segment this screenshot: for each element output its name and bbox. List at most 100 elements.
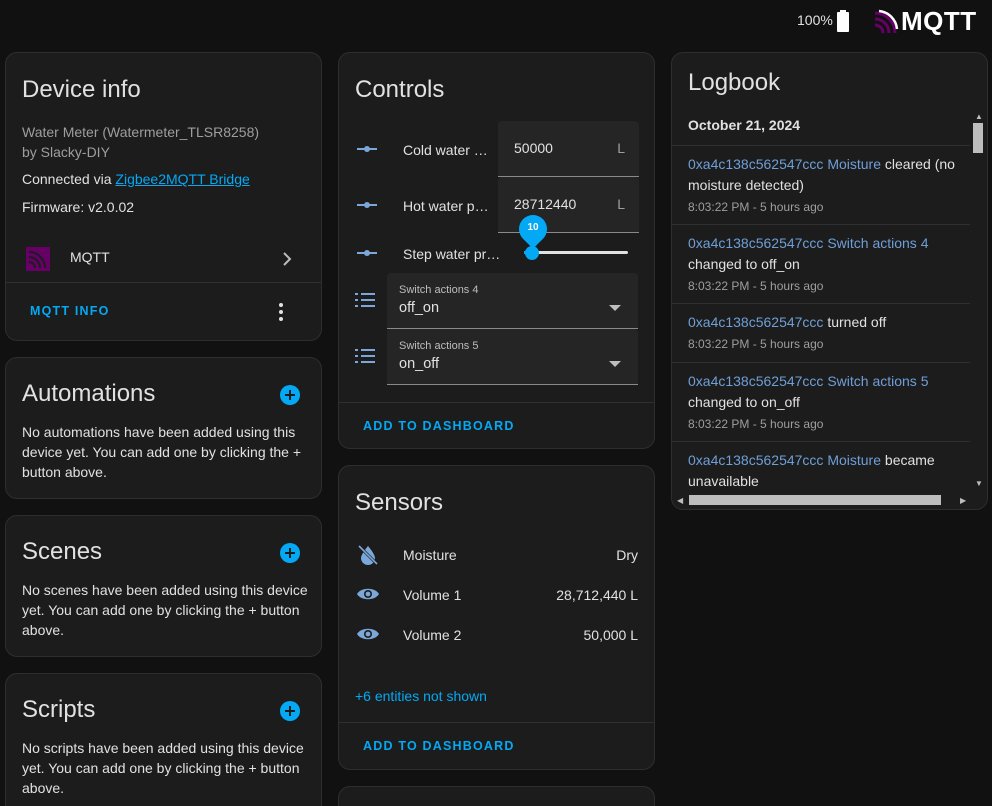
cold-water-input[interactable]: 50000 L xyxy=(498,121,639,177)
more-entities-link[interactable]: +6 entities not shown xyxy=(355,688,487,704)
logbook-vertical-scroll-thumb[interactable] xyxy=(973,123,983,153)
hot-water-value: 28712440 xyxy=(514,196,577,212)
format-list-icon xyxy=(355,291,375,314)
log-entity-link[interactable]: 0xa4c138c562547ccc xyxy=(688,314,823,330)
log-time: 8:03:22 PM - 5 hours ago xyxy=(688,417,824,431)
ray-vertex-icon xyxy=(355,141,379,162)
sensor-value-volume2[interactable]: 50,000 L xyxy=(584,627,639,643)
log-time: 8:03:22 PM - 5 hours ago xyxy=(688,337,824,351)
log-entity-link[interactable]: 0xa4c138c562547ccc Switch actions 5 xyxy=(688,373,928,389)
automations-empty-text: No automations have been added using thi… xyxy=(22,424,302,480)
sensors-title: Sensors xyxy=(355,489,444,516)
log-entity-link[interactable]: 0xa4c138c562547ccc Moisture xyxy=(688,156,881,172)
connected-via: Connected via Zigbee2MQTT Bridge xyxy=(22,171,250,187)
device-info-divider xyxy=(6,282,321,283)
automations-card: Automations No automations have been add… xyxy=(5,357,322,499)
sensors-card: Sensors Moisture Dry Volume 1 28,712,440… xyxy=(338,465,655,770)
ray-vertex-icon xyxy=(355,197,379,218)
water-off-icon xyxy=(357,544,379,571)
connected-via-label: Connected via xyxy=(22,171,116,187)
controls-add-to-dashboard-button[interactable]: ADD TO DASHBOARD xyxy=(363,419,515,433)
device-model: Water Meter (Watermeter_TLSR8258) by Sla… xyxy=(22,122,312,162)
integration-row-mqtt[interactable]: MQTT xyxy=(6,237,321,281)
log-text: turned off xyxy=(823,314,887,330)
mqtt-info-button[interactable]: MQTT INFO xyxy=(30,304,110,318)
device-manufacturer: by Slacky-DIY xyxy=(22,144,110,160)
scroll-up-arrow-icon[interactable]: ▲ xyxy=(975,112,983,121)
format-list-icon xyxy=(355,347,375,370)
controls-title: Controls xyxy=(355,76,445,103)
automations-title: Automations xyxy=(22,380,156,407)
controls-divider xyxy=(339,402,654,403)
mqtt-logo-text: MQTT xyxy=(901,6,977,36)
mqtt-logo-icon xyxy=(873,8,899,35)
log-message: 0xa4c138c562547ccc Switch actions 5 chan… xyxy=(688,371,958,413)
scroll-left-arrow-icon[interactable]: ◀ xyxy=(677,496,683,505)
cold-water-unit: L xyxy=(617,140,625,156)
logbook-title: Logbook xyxy=(688,69,781,96)
bridge-link[interactable]: Zigbee2MQTT Bridge xyxy=(115,171,249,187)
step-water-label: Step water pr… xyxy=(403,246,501,262)
log-message: 0xa4c138c562547ccc Switch actions 4 chan… xyxy=(688,233,958,275)
switch5-value: on_off xyxy=(399,356,440,372)
battery-icon xyxy=(836,10,850,37)
scenes-card: Scenes No scenes have been added using t… xyxy=(5,515,322,657)
logbook-date: October 21, 2024 xyxy=(688,117,801,133)
scroll-right-arrow-icon[interactable]: ▶ xyxy=(960,496,966,505)
sensors-divider xyxy=(339,722,654,723)
sensors-add-to-dashboard-button[interactable]: ADD TO DASHBOARD xyxy=(363,739,515,753)
log-message: 0xa4c138c562547ccc Moisture cleared (no … xyxy=(688,154,958,196)
sensor-label-moisture: Moisture xyxy=(403,547,457,563)
mqtt-integration-icon xyxy=(26,247,50,276)
hot-water-row: Hot water p… 28712440 L xyxy=(339,177,654,233)
scripts-empty-text: No scripts have been added using this de… xyxy=(22,740,304,796)
cold-water-row: Cold water … 50000 L xyxy=(339,121,654,177)
logbook-horizontal-scroll-thumb[interactable] xyxy=(689,495,941,505)
chevron-right-icon xyxy=(277,249,297,274)
switch4-row: Switch actions 4 off_on xyxy=(339,273,654,329)
controls-card: Controls Cold water … 50000 L Hot water … xyxy=(338,52,655,449)
hot-water-label: Hot water p… xyxy=(403,198,489,214)
add-automation-icon[interactable] xyxy=(279,384,301,411)
switch4-value: off_on xyxy=(399,300,440,316)
step-slider-value: 10 xyxy=(527,222,539,233)
log-entry: 0xa4c138c562547ccc Switch actions 5 chan… xyxy=(672,362,970,441)
sensor-value-volume1[interactable]: 28,712,440 L xyxy=(556,587,638,603)
scripts-card: Scripts No scripts have been added using… xyxy=(5,673,322,806)
sensor-value-moisture[interactable]: Dry xyxy=(616,547,638,563)
eye-icon xyxy=(356,586,380,607)
log-entry: 0xa4c138c562547ccc Switch actions 4 chan… xyxy=(672,224,970,303)
log-message: 0xa4c138c562547ccc Moisture became unava… xyxy=(688,450,958,489)
mqtt-logo: MQTT xyxy=(873,6,977,37)
step-slider-track[interactable] xyxy=(531,251,628,254)
logbook-vertical-scrollbar[interactable] xyxy=(971,109,985,489)
scenes-empty-text: No scenes have been added using this dev… xyxy=(22,582,308,638)
scenes-title: Scenes xyxy=(22,538,103,565)
logbook-card: Logbook October 21, 2024 0xa4c138c562547… xyxy=(671,52,988,510)
switch5-row: Switch actions 5 on_off xyxy=(339,329,654,385)
ray-vertex-icon xyxy=(355,245,379,266)
log-time: 8:03:22 PM - 5 hours ago xyxy=(688,279,824,293)
logbook-list[interactable]: October 21, 2024 0xa4c138c562547ccc Mois… xyxy=(672,109,970,489)
log-entity-link[interactable]: 0xa4c138c562547ccc Moisture xyxy=(688,452,881,468)
scripts-title: Scripts xyxy=(22,696,96,723)
cold-water-label: Cold water … xyxy=(403,142,488,158)
firmware-version: Firmware: v2.0.02 xyxy=(22,199,135,215)
more-vert-icon[interactable] xyxy=(279,303,283,326)
log-entity-link[interactable]: 0xa4c138c562547ccc Switch actions 4 xyxy=(688,235,928,251)
switch4-select[interactable]: Switch actions 4 off_on xyxy=(387,273,638,329)
log-time: 8:03:22 PM - 5 hours ago xyxy=(688,200,824,214)
dropdown-arrow-icon xyxy=(609,354,621,372)
switch5-select[interactable]: Switch actions 5 on_off xyxy=(387,329,638,385)
log-entry: 0xa4c138c562547ccc Moisture cleared (no … xyxy=(672,145,970,224)
log-text: changed to on_off xyxy=(688,394,800,410)
top-bar: 100% MQTT xyxy=(0,0,992,42)
device-info-title: Device info xyxy=(22,76,141,103)
switch5-label: Switch actions 5 xyxy=(399,340,479,352)
add-script-icon[interactable] xyxy=(279,700,301,727)
hot-water-unit: L xyxy=(617,196,625,212)
device-model-name: Water Meter (Watermeter_TLSR8258) xyxy=(22,124,260,140)
scroll-down-arrow-icon[interactable]: ▼ xyxy=(975,479,983,488)
cold-water-value: 50000 xyxy=(514,140,553,156)
add-scene-icon[interactable] xyxy=(279,542,301,569)
